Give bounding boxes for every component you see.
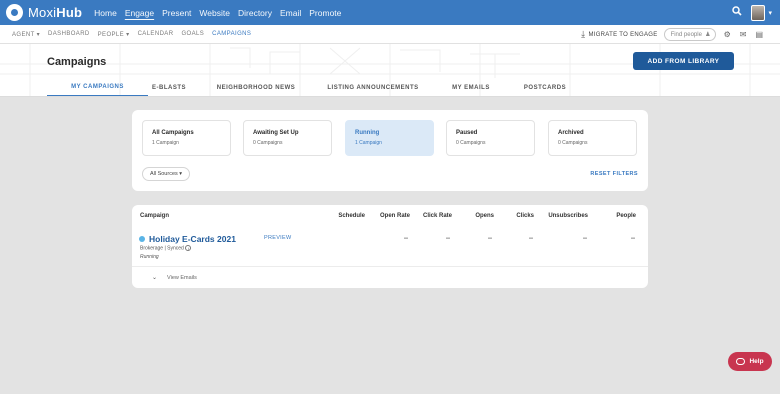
campaigns-table: Campaign Schedule Open Rate Click Rate O… [132,205,648,288]
subnav-people-label: PEOPLE [97,31,125,38]
open-rate-value: -- [404,236,408,242]
download-icon: ⤓ [581,29,586,39]
column-header-schedule[interactable]: Schedule [327,213,365,219]
running-status-dot [139,236,145,242]
column-header-people[interactable]: People [588,213,636,219]
row-divider [132,266,648,267]
chevron-down-icon[interactable]: ▾ [768,9,772,17]
subnav-goals[interactable]: GOALS [181,31,204,37]
status-card-count: 1 Campaign [355,140,382,146]
campaign-tabs: MY CAMPAIGNS E-BLASTS NEIGHBORHOOD NEWS … [0,78,780,96]
moxihub-logo-icon [6,4,23,21]
column-header-unsubscribes[interactable]: Unsubscribes [534,213,588,219]
campaign-name-link[interactable]: Holiday E-Cards 2021 [149,234,236,244]
nav-website[interactable]: Website [199,8,230,18]
campaigns-header: Campaigns ADD FROM LIBRARY MY CAMPAIGNS … [0,44,780,97]
tab-neighborhood-news[interactable]: NEIGHBORHOOD NEWS [210,78,302,96]
status-card-title: Running [355,130,380,136]
chat-bubble-icon [736,358,746,365]
add-from-library-button[interactable]: ADD FROM LIBRARY [633,52,734,70]
subnav-calendar[interactable]: CALENDAR [138,31,174,37]
all-sources-dropdown[interactable]: All Sources ▾ [142,167,190,181]
search-icon[interactable] [732,6,743,19]
user-avatar[interactable] [751,4,766,21]
top-navbar: MoxiHub Home Engage Present Website Dire… [0,0,780,25]
campaign-source: Brokerage | Synced [140,245,184,252]
nav-engage[interactable]: Engage [125,8,154,18]
mail-icon[interactable]: ✉ [740,30,747,39]
nav-present[interactable]: Present [162,8,191,18]
view-emails-toggle[interactable]: ⌄ View Emails [152,274,197,282]
engage-subnav: AGENT ▾ DASHBOARD PEOPLE ▾ CALENDAR GOAL… [0,25,780,44]
status-card-title: Awaiting Set Up [253,130,299,136]
help-label: Help [749,358,764,365]
status-card-title: Archived [558,130,584,136]
tab-my-emails[interactable]: MY EMAILS [444,78,498,96]
logo-text-bold: Hub [56,5,83,20]
campaign-status: Running [140,254,159,260]
status-card-paused[interactable]: Paused 0 Campaigns [446,120,535,156]
tab-my-campaigns[interactable]: MY CAMPAIGNS [47,78,148,96]
gear-icon[interactable]: ⚙ [724,30,731,39]
status-card-title: Paused [456,130,478,136]
page-title: Campaigns [47,56,107,68]
person-icon: ♟ [705,32,711,38]
reset-filters-button[interactable]: RESET FILTERS [590,171,638,177]
status-card-all[interactable]: All Campaigns 1 Campaign [142,120,231,156]
nav-promote[interactable]: Promote [309,8,341,18]
subnav-agent-label: AGENT [12,31,35,38]
info-icon[interactable]: i [185,245,192,251]
nav-directory[interactable]: Directory [238,8,272,18]
tab-e-blasts[interactable]: E-BLASTS [148,78,190,96]
column-header-open-rate[interactable]: Open Rate [368,213,410,219]
migrate-label: MIGRATE TO ENGAGE [588,31,658,38]
status-card-awaiting[interactable]: Awaiting Set Up 0 Campaigns [243,120,332,156]
notes-icon[interactable]: ▤ [755,30,763,39]
click-rate-value: -- [446,236,450,242]
view-emails-label: View Emails [167,274,197,281]
find-people-placeholder: Find people [670,31,702,38]
logo-text-light: Moxi [28,5,57,20]
status-card-count: 0 Campaigns [456,140,486,146]
opens-value: -- [488,236,492,242]
chevron-down-icon: ▾ [179,171,183,177]
subnav-dashboard[interactable]: DASHBOARD [48,31,90,37]
help-button[interactable]: Help [728,352,772,371]
moxihub-logo[interactable]: MoxiHub [6,0,82,25]
main-nav: Home Engage Present Website Directory Em… [94,0,349,25]
status-card-archived[interactable]: Archived 0 Campaigns [548,120,637,156]
status-card-count: 0 Campaigns [253,140,283,146]
tab-postcards[interactable]: POSTCARDS [518,78,572,96]
status-card-count: 1 Campaign [152,140,179,146]
find-people-input[interactable]: Find people ♟ [663,28,716,41]
nav-home[interactable]: Home [94,8,117,18]
status-card-count: 0 Campaigns [558,140,588,146]
people-value: -- [631,236,635,242]
column-header-click-rate[interactable]: Click Rate [410,213,452,219]
status-card-title: All Campaigns [152,130,194,136]
column-header-opens[interactable]: Opens [452,213,494,219]
clicks-value: -- [529,236,533,242]
column-header-clicks[interactable]: Clicks [494,213,534,219]
subnav-agent[interactable]: AGENT ▾ [12,31,40,38]
nav-email[interactable]: Email [280,8,301,18]
column-header-campaign[interactable]: Campaign [140,213,169,219]
status-card-running[interactable]: Running 1 Campaign [345,120,434,156]
status-filter-panel: All Campaigns 1 Campaign Awaiting Set Up… [132,110,648,191]
migrate-to-engage-button[interactable]: ⤓ MIGRATE TO ENGAGE [581,29,657,40]
subnav-campaigns[interactable]: CAMPAIGNS [212,31,251,37]
unsubscribes-value: -- [583,236,587,242]
preview-link[interactable]: PREVIEW [264,235,291,241]
sources-label: All Sources [149,171,178,177]
chevron-down-icon: ⌄ [152,275,158,281]
subnav-people[interactable]: PEOPLE ▾ [98,31,130,38]
tab-listing-announcements[interactable]: LISTING ANNOUNCEMENTS [318,78,428,96]
